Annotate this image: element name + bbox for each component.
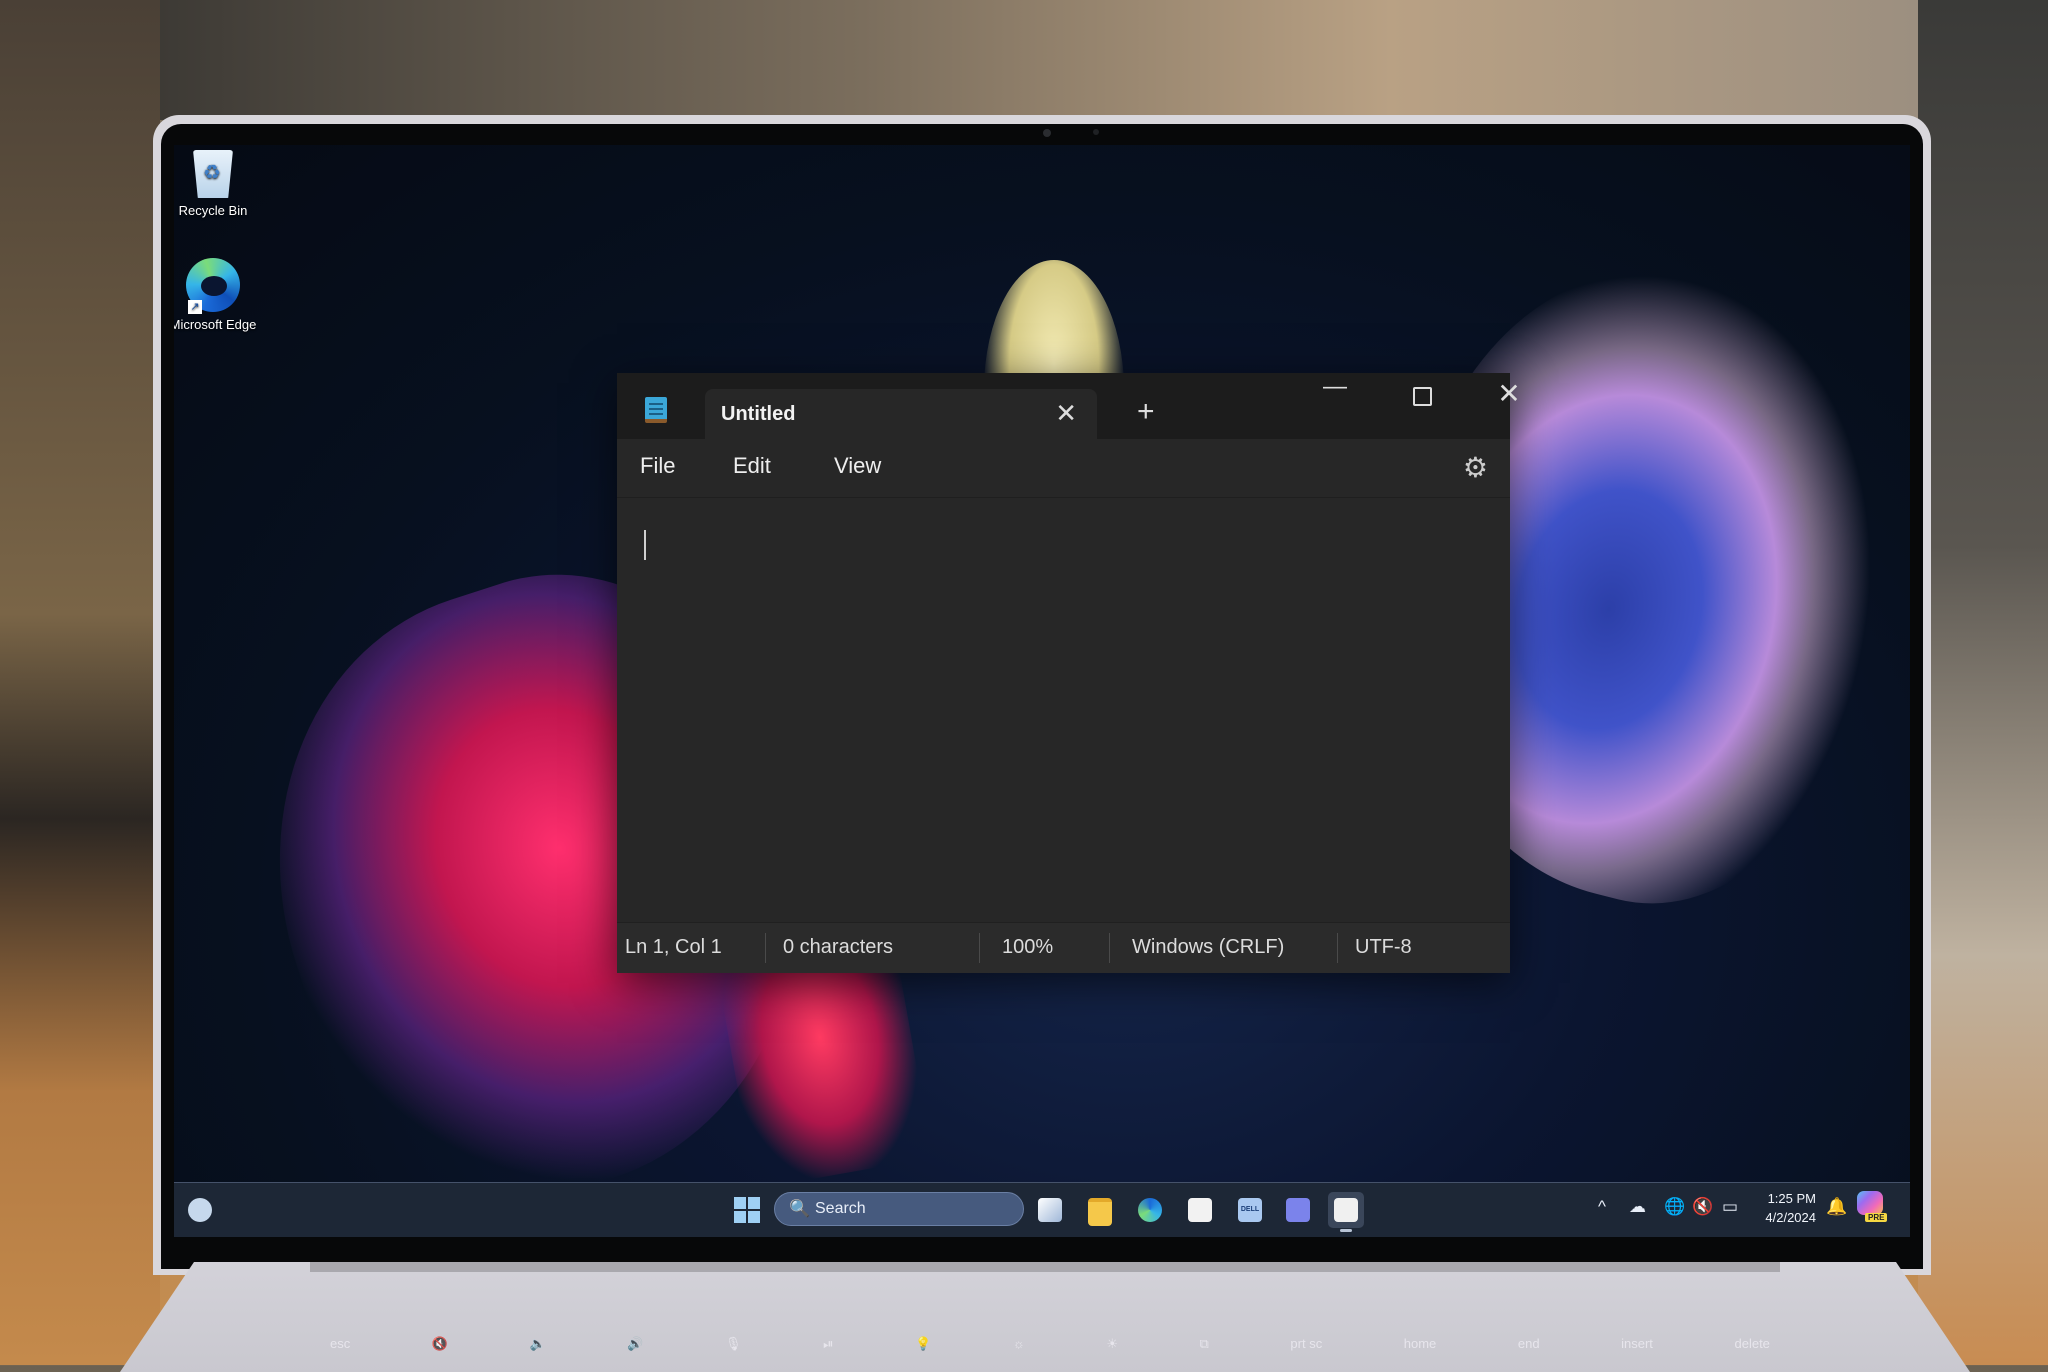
teams-icon — [1286, 1198, 1310, 1222]
network-globe-icon[interactable]: 🌐 — [1664, 1197, 1685, 1217]
key-volume-up[interactable]: 🔊 — [627, 1336, 643, 1352]
maximize-button[interactable] — [1392, 377, 1452, 413]
status-divider — [1109, 933, 1110, 963]
function-key-row: esc 🔇 🔈 🔊 🎙 ⏯ 💡 ☼ ☀ ⧉ prt sc home end in… — [330, 1336, 1770, 1352]
key-prtsc[interactable]: prt sc — [1290, 1336, 1322, 1352]
start-button[interactable] — [734, 1197, 760, 1223]
clock-date: 4/2/2024 — [1765, 1210, 1816, 1225]
taskbar-edge[interactable] — [1132, 1192, 1168, 1228]
notification-bell-icon[interactable]: 🔔 — [1826, 1197, 1847, 1217]
status-encoding[interactable]: UTF-8 — [1355, 936, 1412, 959]
key-end[interactable]: end — [1518, 1336, 1540, 1352]
minimize-button[interactable]: — — [1305, 373, 1365, 401]
folder-icon — [1088, 1198, 1112, 1226]
key-esc[interactable]: esc — [330, 1336, 350, 1352]
background-shelf — [0, 0, 160, 1365]
background-right — [1918, 0, 2048, 1365]
taskbar-file-explorer[interactable] — [1082, 1192, 1118, 1228]
status-position: Ln 1, Col 1 — [625, 936, 722, 958]
search-icon: 🔍 — [789, 1199, 811, 1218]
taskbar: 🔍 Search DELL ^ ☁ 🌐 🔇 ▭ 1:25 PM 4/2/2024… — [174, 1182, 1910, 1237]
taskbar-store[interactable] — [1182, 1192, 1218, 1228]
close-tab-icon[interactable]: ✕ — [1055, 398, 1077, 429]
key-home[interactable]: home — [1404, 1336, 1437, 1352]
status-divider — [979, 933, 980, 963]
maximize-icon — [1412, 387, 1432, 406]
desktop-icon-edge[interactable]: ↗ Microsoft Edge — [174, 258, 258, 334]
webcam — [1043, 129, 1051, 137]
menu-bar: File Edit View ⚙ — [617, 439, 1510, 497]
onedrive-cloud-icon[interactable]: ☁ — [1629, 1197, 1646, 1217]
tab-untitled[interactable]: Untitled ✕ — [705, 389, 1097, 439]
taskbar-search-box[interactable]: 🔍 Search — [774, 1192, 1024, 1226]
taskbar-notepad-active[interactable] — [1328, 1192, 1364, 1232]
status-divider — [1337, 933, 1338, 963]
weather-widget-icon[interactable] — [188, 1198, 212, 1222]
edge-icon — [1138, 1198, 1162, 1222]
new-tab-button[interactable]: + — [1137, 395, 1155, 429]
title-bar[interactable]: Untitled ✕ + — ✕ — [617, 373, 1521, 439]
key-keyboard-light[interactable]: 💡 — [915, 1336, 931, 1352]
menu-view[interactable]: View — [834, 453, 881, 479]
copilot-icon — [1857, 1191, 1883, 1215]
desktop-icon-label: Microsoft Edge — [174, 317, 257, 332]
taskbar-clock[interactable]: 1:25 PM 4/2/2024 — [1754, 1189, 1816, 1227]
notepad-icon — [645, 397, 667, 423]
volume-muted-icon[interactable]: 🔇 — [1692, 1197, 1713, 1217]
status-characters: 0 characters — [783, 936, 894, 958]
menu-edit[interactable]: Edit — [733, 453, 771, 479]
key-volume-down[interactable]: 🔈 — [530, 1336, 546, 1352]
dell-logo-icon: DELL — [1238, 1198, 1262, 1222]
background-room — [160, 0, 1918, 120]
text-editor[interactable] — [617, 497, 1510, 924]
task-view-icon — [1038, 1198, 1062, 1222]
shortcut-arrow-icon: ↗ — [188, 300, 202, 314]
close-window-button[interactable]: ✕ — [1479, 377, 1539, 410]
copilot-preview-badge: PRE — [1865, 1213, 1888, 1222]
notepad-taskbar-icon — [1334, 1198, 1358, 1222]
taskbar-dell[interactable]: DELL — [1232, 1192, 1268, 1228]
desktop-icon-label: Recycle Bin — [178, 203, 248, 218]
status-divider — [765, 933, 766, 963]
status-zoom[interactable]: 100% — [1002, 936, 1053, 959]
taskbar-task-view[interactable] — [1032, 1192, 1068, 1228]
key-insert[interactable]: insert — [1621, 1336, 1653, 1352]
copilot-button[interactable]: PRE — [1857, 1191, 1891, 1225]
key-delete[interactable]: delete — [1734, 1336, 1769, 1352]
key-mic-mute[interactable]: 🎙 — [725, 1336, 742, 1352]
key-brightness-down[interactable]: ☼ — [1013, 1336, 1025, 1352]
edge-icon: ↗ — [186, 258, 240, 314]
notepad-window: Untitled ✕ + — ✕ File Edit View ⚙ Ln 1, … — [617, 373, 1521, 973]
laptop-keyboard-deck — [120, 1262, 1970, 1372]
key-display[interactable]: ⧉ — [1200, 1336, 1209, 1352]
webcam-sensor — [1093, 129, 1099, 135]
store-bag-icon — [1188, 1198, 1212, 1222]
key-brightness-up[interactable]: ☀ — [1106, 1336, 1118, 1352]
tab-title: Untitled — [721, 403, 796, 425]
taskbar-teams[interactable] — [1280, 1192, 1316, 1228]
status-line-ending[interactable]: Windows (CRLF) — [1132, 936, 1284, 959]
desktop-icon-recycle-bin[interactable]: Recycle Bin — [174, 150, 258, 220]
show-hidden-icons-chevron-icon[interactable]: ^ — [1598, 1197, 1606, 1217]
laptop-hinge — [310, 1262, 1780, 1272]
search-placeholder: Search — [815, 1200, 866, 1217]
key-play-pause[interactable]: ⏯ — [823, 1336, 833, 1352]
status-bar: Ln 1, Col 1 0 characters 100% Windows (C… — [617, 922, 1510, 973]
text-caret — [644, 530, 646, 560]
menu-file[interactable]: File — [640, 453, 675, 479]
battery-icon[interactable]: ▭ — [1722, 1197, 1738, 1217]
clock-time: 1:25 PM — [1767, 1191, 1816, 1206]
settings-gear-icon[interactable]: ⚙ — [1463, 451, 1488, 484]
desktop-screen: Recycle Bin ↗ Microsoft Edge Untitled ✕ … — [174, 145, 1910, 1237]
recycle-bin-icon — [193, 150, 233, 198]
key-mute[interactable]: 🔇 — [432, 1336, 448, 1352]
